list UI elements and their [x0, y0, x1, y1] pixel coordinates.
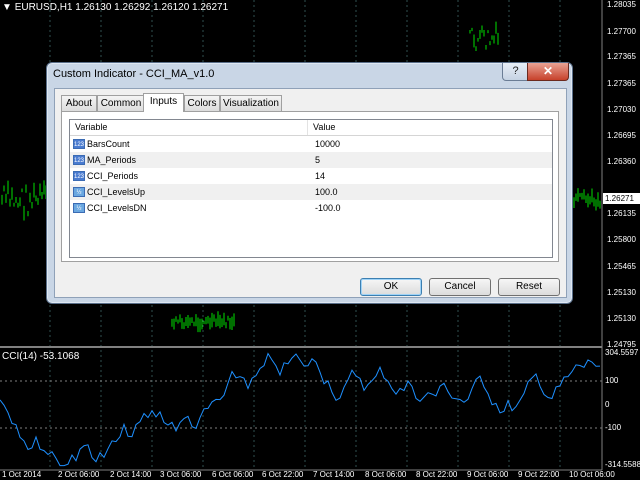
time-tick: 8 Oct 06:00	[365, 470, 407, 479]
value-cell[interactable]: 10000	[315, 136, 551, 152]
time-tick: 10 Oct 06:00	[569, 470, 615, 479]
price-tick: 1.26135	[607, 209, 636, 218]
price-tick: 1.28035	[607, 0, 636, 9]
price-tick: 1.25130	[607, 288, 636, 297]
double-type-icon: ½	[73, 187, 85, 197]
variable-name: CCI_Periods	[87, 171, 139, 181]
time-axis[interactable]: 1 Oct 2014 2 Oct 06:00 2 Oct 14:00 3 Oct…	[0, 470, 615, 480]
price-tick: 1.25465	[607, 262, 636, 271]
inputs-table: Variable Value 123 BarsCount 10000 123 M…	[69, 119, 553, 258]
tab-inputs[interactable]: Inputs	[143, 93, 184, 112]
variable-cell: ½ CCI_LevelsUp	[70, 184, 308, 200]
dialog-body: About Common Inputs Colors Visualization…	[54, 88, 567, 298]
variable-name: BarsCount	[87, 139, 130, 149]
ok-button[interactable]: OK	[360, 278, 422, 296]
symbol-info-text: EURUSD,H1 1.26130 1.26292 1.26120 1.2627…	[14, 2, 229, 13]
reset-button[interactable]: Reset	[498, 278, 560, 296]
time-tick: 6 Oct 06:00	[212, 470, 254, 479]
variable-cell: ½ CCI_LevelsDN	[70, 200, 308, 216]
value-cell[interactable]: -100.0	[315, 200, 551, 216]
table-header: Variable Value	[70, 120, 552, 136]
custom-indicator-dialog: Custom Indicator - CCI_MA_v1.0 ? ✕ About…	[46, 62, 573, 304]
tab-colors[interactable]: Colors	[184, 95, 220, 111]
variable-cell: 123 CCI_Periods	[70, 168, 308, 184]
table-row[interactable]: 123 MA_Periods 5	[70, 152, 552, 168]
price-tick: 1.26695	[607, 131, 636, 140]
integer-type-icon: 123	[73, 171, 85, 181]
cci-tick: 304.5597	[605, 348, 639, 357]
dialog-title: Custom Indicator - CCI_MA_v1.0	[53, 68, 215, 80]
cancel-button[interactable]: Cancel	[429, 278, 491, 296]
time-tick: 9 Oct 06:00	[467, 470, 509, 479]
variable-cell: 123 BarsCount	[70, 136, 308, 152]
time-tick: 9 Oct 22:00	[518, 470, 560, 479]
column-header-variable[interactable]: Variable	[70, 120, 308, 135]
time-tick: 2 Oct 14:00	[110, 470, 152, 479]
time-tick: 3 Oct 06:00	[160, 470, 202, 479]
close-button[interactable]: ✕	[527, 63, 569, 81]
value-cell[interactable]: 14	[315, 168, 551, 184]
inputs-panel: Variable Value 123 BarsCount 10000 123 M…	[61, 111, 559, 262]
variable-cell: 123 MA_Periods	[70, 152, 308, 168]
variable-name: CCI_LevelsUp	[87, 187, 146, 197]
table-row[interactable]: ½ CCI_LevelsDN -100.0	[70, 200, 552, 216]
price-tick: 1.26360	[607, 157, 636, 166]
close-icon: ✕	[542, 64, 554, 78]
time-tick: 7 Oct 14:00	[313, 470, 355, 479]
integer-type-icon: 123	[73, 139, 85, 149]
price-tick: 1.25800	[607, 235, 636, 244]
help-button[interactable]: ?	[502, 63, 529, 81]
cci-tick: 100	[605, 376, 619, 385]
time-tick: 1 Oct 2014	[2, 470, 42, 479]
current-price-marker: 1.26271	[603, 193, 640, 204]
symbol-info: ▼ EURUSD,H1 1.26130 1.26292 1.26120 1.26…	[2, 2, 228, 13]
time-tick: 2 Oct 06:00	[58, 470, 100, 479]
tab-about[interactable]: About	[61, 95, 97, 111]
cci-tick: -100	[605, 423, 622, 432]
time-tick: 6 Oct 22:00	[262, 470, 304, 479]
dropdown-triangle-icon[interactable]: ▼	[2, 2, 15, 13]
price-tick: 1.27365	[607, 52, 636, 61]
value-cell[interactable]: 5	[315, 152, 551, 168]
table-row[interactable]: 123 CCI_Periods 14	[70, 168, 552, 184]
cci-tick: -314.5588	[605, 460, 640, 469]
price-tick: 1.27700	[607, 27, 636, 36]
cci-tick: 0	[605, 400, 610, 409]
variable-name: CCI_LevelsDN	[87, 203, 147, 213]
variable-name: MA_Periods	[87, 155, 137, 165]
cci-info: CCI(14) -53.1068	[2, 351, 80, 362]
price-tick: 1.27365	[607, 79, 636, 88]
table-row[interactable]: ½ CCI_LevelsUp 100.0	[70, 184, 552, 200]
price-tick: 1.27030	[607, 105, 636, 114]
price-tick: 1.25130	[607, 314, 636, 323]
tab-common[interactable]: Common	[97, 95, 145, 111]
integer-type-icon: 123	[73, 155, 85, 165]
double-type-icon: ½	[73, 203, 85, 213]
time-tick: 8 Oct 22:00	[416, 470, 458, 479]
value-cell[interactable]: 100.0	[315, 184, 551, 200]
column-header-value[interactable]: Value	[308, 120, 552, 135]
tab-visualization[interactable]: Visualization	[220, 95, 282, 111]
cci-indicator-line	[0, 352, 601, 467]
table-row[interactable]: 123 BarsCount 10000	[70, 136, 552, 152]
